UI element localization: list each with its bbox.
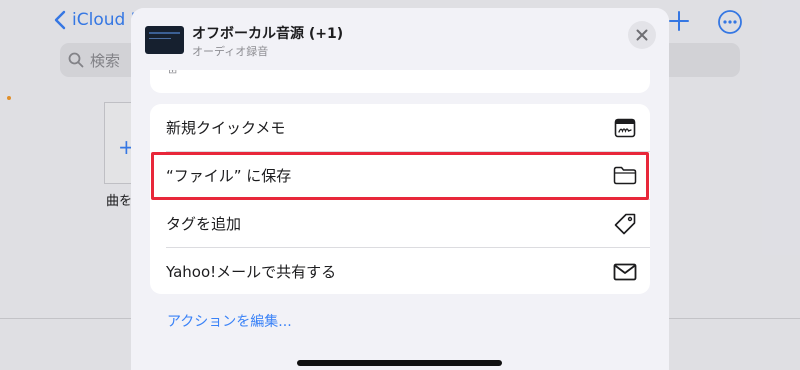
sheet-subtitle: オーディオ録音 — [192, 45, 269, 58]
action-label: 新規クイックメモ — [166, 119, 286, 137]
action-label: タグを追加 — [166, 215, 242, 233]
tag-icon — [612, 211, 638, 237]
partial-icon: ⊞ — [168, 70, 177, 76]
home-indicator — [297, 360, 502, 366]
folder-icon — [612, 163, 638, 189]
share-sheet-header: オフボーカル音源 (+1) オーディオ録音 — [131, 8, 669, 70]
recording-thumbnail — [145, 26, 184, 54]
close-button[interactable] — [628, 21, 656, 49]
previous-action-group: ⊞ — [150, 70, 650, 93]
close-icon — [636, 29, 648, 41]
action-label: “ファイル” に保存 — [166, 167, 292, 185]
action-save-to-files[interactable]: “ファイル” に保存 — [150, 152, 650, 199]
action-list: 新規クイックメモ “ファイル” に保存 タグを追加 Yahoo!メールで共有する — [150, 104, 650, 294]
mail-icon — [612, 259, 638, 285]
action-label: Yahoo!メールで共有する — [166, 263, 337, 281]
action-new-quick-note[interactable]: 新規クイックメモ — [150, 104, 650, 151]
edit-actions-link[interactable]: アクションを編集... — [167, 311, 292, 331]
sheet-title: オフボーカル音源 (+1) — [192, 26, 344, 42]
action-add-tag[interactable]: タグを追加 — [150, 200, 650, 247]
action-share-yahoo-mail[interactable]: Yahoo!メールで共有する — [150, 248, 650, 295]
share-sheet: オフボーカル音源 (+1) オーディオ録音 ⊞ 新規クイックメモ “ファイル” … — [131, 8, 669, 370]
quick-note-icon — [612, 115, 638, 141]
